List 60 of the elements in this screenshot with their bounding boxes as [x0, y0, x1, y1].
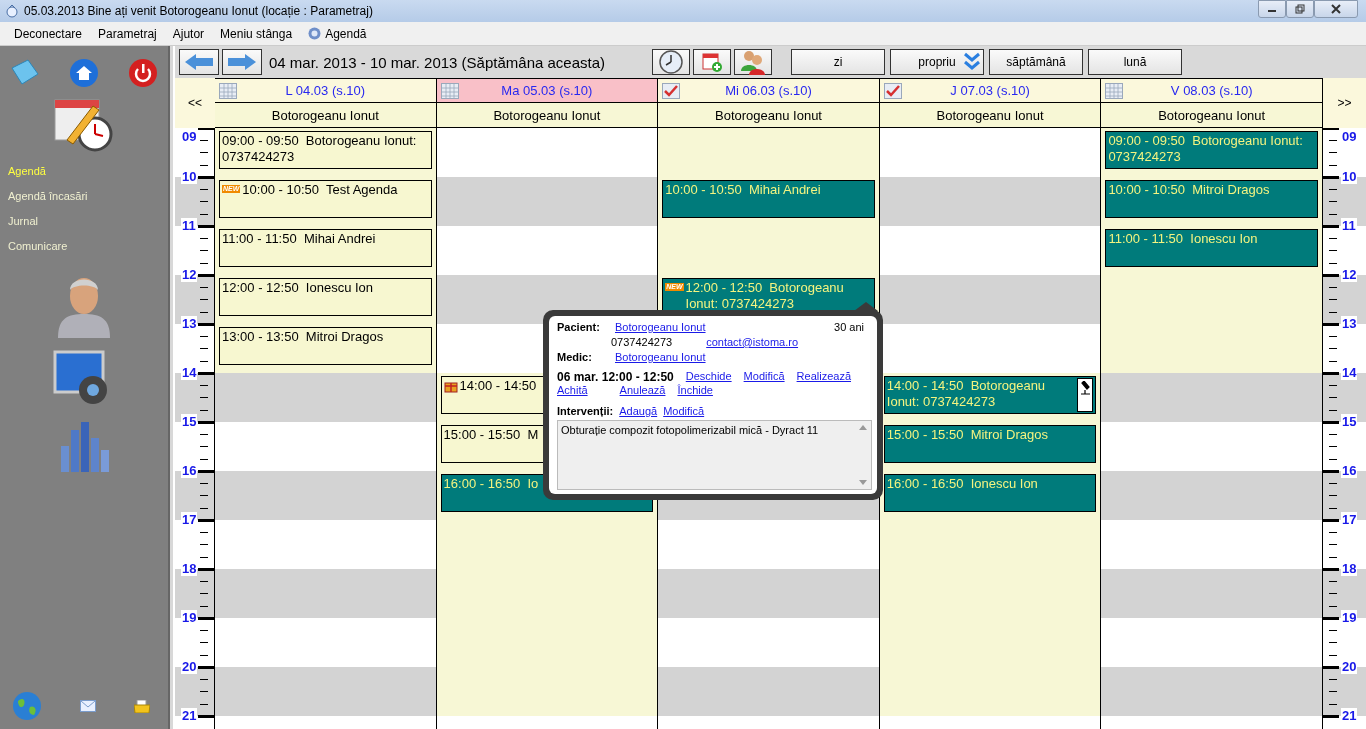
medic-label: Medic:	[557, 351, 593, 363]
hour-label: 17	[1341, 512, 1358, 527]
hour-label: 14	[1341, 365, 1358, 380]
appointment-text: 11:00 - 11:50 Mihai Andrei	[222, 231, 376, 247]
hour-label: 17	[181, 512, 198, 527]
hour-label: 11	[181, 218, 197, 233]
appointment-text: 11:00 - 11:50 Ionescu Ion	[1108, 231, 1258, 247]
appointment-text: 12:00 - 12:50 Botorogeanu Ionut: 0737424273	[685, 280, 845, 312]
day-label: J 07.03 (s.10)	[950, 83, 1030, 98]
doctor-name: Botorogeanu Ionut	[1101, 103, 1323, 128]
window-title: 05.03.2013 Bine ați venit Botorogeanu Ionut (locație : Parametraj)	[24, 4, 373, 18]
doctor-name: Botorogeanu Ionut	[879, 103, 1102, 128]
hour-label: 20	[181, 659, 198, 674]
doctor-name: Botorogeanu Ionut	[658, 103, 880, 128]
appointment-text: 12:00 - 12:50 Ionescu Ion	[222, 280, 374, 296]
appointment-text: 16:00 - 16:50 Io	[443, 476, 539, 492]
appointment-text: 14:00 - 14:50 Botorogeanu Ionut: 0737424273	[886, 378, 1047, 410]
doctor-name: Botorogeanu Ionut	[436, 103, 659, 128]
hour-label: 10	[1341, 169, 1358, 184]
appointment-text: 09:00 - 09:50 Botorogeanu Ionut: 0737424273	[1108, 133, 1304, 165]
phone-number: 0737424273	[611, 336, 673, 348]
hour-label: 11	[1341, 218, 1357, 233]
hour-label: 18	[1341, 561, 1358, 576]
hour-label: 13	[181, 316, 198, 331]
appointment-time: 06 mar. 12:00 - 12:50	[557, 370, 674, 384]
day-label: Ma 05.03 (s.10)	[501, 83, 593, 98]
hour-label: 15	[1341, 414, 1358, 429]
hour-label: 14	[181, 365, 198, 380]
hour-label: 19	[1341, 610, 1358, 625]
hour-label: 09	[1341, 129, 1358, 144]
hour-label: 16	[181, 463, 198, 478]
hour-label: 16	[1341, 463, 1358, 478]
hour-label: 12	[1341, 267, 1358, 282]
appointment-text: 13:00 - 13:50 Mitroi Dragos	[222, 329, 384, 345]
appointment-text: 15:00 - 15:50 M	[443, 427, 539, 443]
hour-label: 18	[181, 561, 198, 576]
doctor-name: Botorogeanu Ionut	[215, 103, 437, 128]
hour-label: 19	[181, 610, 198, 625]
appointment-text: 10:00 - 10:50 Mihai Andrei	[665, 182, 821, 198]
interventions-label: Intervenții:	[557, 405, 614, 417]
hour-label: 20	[1341, 659, 1358, 674]
hour-label: 21	[181, 708, 198, 723]
hour-label: 12	[181, 267, 198, 282]
patient-label: Pacient:	[557, 321, 601, 333]
appointment-text: 10:00 - 10:50 Test Agenda	[242, 182, 398, 198]
day-label: L 04.03 (s.10)	[285, 83, 366, 98]
appointment-text: 15:00 - 15:50 Mitroi Dragos	[886, 427, 1048, 443]
hour-label: 10	[181, 169, 198, 184]
day-label: Mi 06.03 (s.10)	[725, 83, 812, 98]
hour-label: 15	[181, 414, 198, 429]
hour-label: 09	[181, 129, 198, 144]
hour-label: 21	[1341, 708, 1358, 723]
date-range: 04 mar. 2013 - 10 mar. 2013 (Săptămâna aceasta)	[269, 53, 607, 71]
appointment-text: 14:00 - 14:50	[459, 378, 537, 394]
appointment-text: 10:00 - 10:50 Mitroi Dragos	[1108, 182, 1270, 198]
appointment-text: 16:00 - 16:50 Ionescu Ion	[886, 476, 1038, 492]
appointment-text: 09:00 - 09:50 Botorogeanu Ionut: 0737424273	[222, 133, 418, 165]
patient-age: 30 ani	[834, 321, 865, 333]
hour-label: 13	[1341, 316, 1358, 331]
day-label: V 08.03 (s.10)	[1170, 83, 1253, 98]
